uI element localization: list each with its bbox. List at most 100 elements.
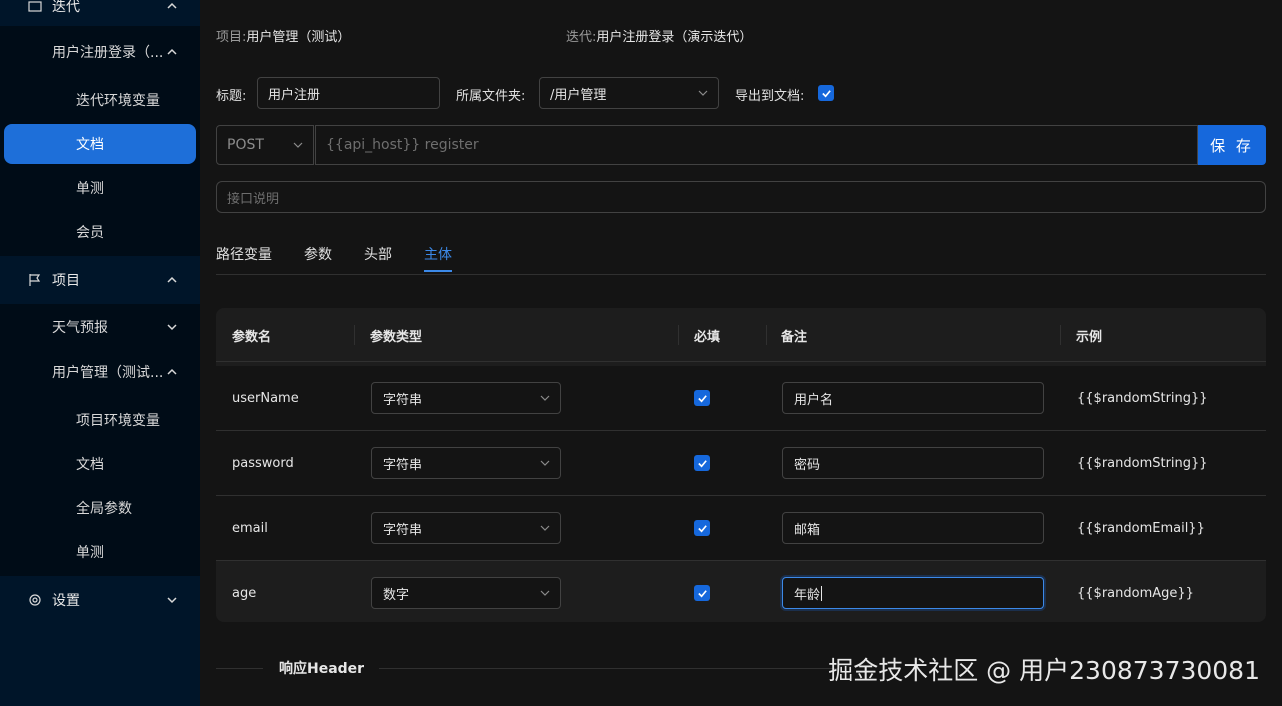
table-row: age 数字 年龄 {{$randomAge}}: [216, 561, 1266, 622]
title-label: 标题:: [216, 89, 247, 104]
tab-params[interactable]: 参数: [304, 244, 332, 264]
iteration-meta: 迭代:用户注册登录（演示迭代）: [566, 26, 752, 45]
method-select-value: POST: [227, 137, 264, 153]
sidebar-group-label: 项目: [52, 273, 80, 289]
param-type-select[interactable]: 字符串: [371, 512, 561, 544]
sidebar-item-label: 会员: [76, 225, 104, 241]
required-checkbox[interactable]: [694, 455, 710, 471]
table-header: 参数名 参数类型 必填 备注 示例: [216, 308, 1266, 362]
sidebar-item-label: 单测: [76, 545, 104, 561]
title-input[interactable]: 用户注册: [257, 77, 440, 109]
remark-input[interactable]: 用户名: [782, 382, 1044, 414]
table-row: userName 字符串 用户名 {{$randomString}}: [216, 366, 1266, 431]
example-value: {{$randomString}}: [1077, 391, 1208, 406]
column-separator: [766, 325, 767, 345]
remark-input[interactable]: 密码: [782, 447, 1044, 479]
chevron-down-icon: [293, 142, 303, 148]
sidebar-item-project-user[interactable]: 用户管理（测试...: [0, 352, 200, 392]
param-name: age: [232, 586, 257, 601]
table-row: email 字符串 邮箱 {{$randomEmail}}: [216, 496, 1266, 561]
chevron-down-icon: [166, 321, 178, 333]
column-header-required: 必填: [694, 329, 721, 345]
remark-input-value: 年龄: [794, 587, 821, 603]
sidebar-item-iteration[interactable]: 用户注册登录（...: [0, 32, 200, 72]
required-checkbox[interactable]: [694, 390, 710, 406]
param-type-select[interactable]: 字符串: [371, 382, 561, 414]
sidebar-item-project-env[interactable]: 项目环境变量: [0, 400, 200, 440]
column-header-type: 参数类型: [370, 329, 423, 345]
flag-icon: [29, 274, 41, 286]
sidebar: 迭代 用户注册登录（... 迭代环境变量 文档 单测 会员 项目 天气预报 用户…: [0, 0, 200, 706]
sidebar-item-label: 迭代环境变量: [76, 93, 160, 109]
sidebar-item-iteration-member[interactable]: 会员: [0, 212, 200, 252]
chevron-up-icon: [166, 0, 178, 12]
sidebar-item-iteration-docs[interactable]: 文档: [4, 124, 196, 164]
project-meta-label: 项目:: [216, 30, 247, 45]
watermark: 掘金技术社区 @ 用户230873730081: [828, 656, 1260, 685]
sidebar-item-iteration-unittest[interactable]: 单测: [0, 168, 200, 208]
project-meta-value: 用户管理（测试）: [246, 30, 351, 45]
required-checkbox[interactable]: [694, 520, 710, 536]
chevron-down-icon: [698, 90, 708, 96]
example-value: {{$randomEmail}}: [1077, 521, 1205, 536]
sidebar-item-project-global-params[interactable]: 全局参数: [0, 488, 200, 528]
tab-path-variables[interactable]: 路径变量: [216, 244, 272, 264]
sidebar-item-project-docs[interactable]: 文档: [0, 444, 200, 484]
folder-select[interactable]: /用户管理: [539, 77, 719, 109]
gear-icon: [29, 594, 41, 606]
method-select[interactable]: POST: [216, 125, 314, 165]
check-icon: [697, 394, 707, 402]
iteration-meta-value: 用户注册登录（演示迭代）: [596, 30, 753, 45]
chevron-up-icon: [166, 46, 178, 58]
sidebar-item-project-unittest[interactable]: 单测: [0, 532, 200, 572]
tab-headers[interactable]: 头部: [364, 244, 392, 264]
example-value: {{$randomString}}: [1077, 456, 1208, 471]
sidebar-item-label: 项目环境变量: [76, 413, 160, 429]
text-caret: [821, 585, 823, 601]
example-value: {{$randomAge}}: [1077, 586, 1194, 601]
section-divider-right: [379, 668, 839, 669]
tab-body[interactable]: 主体: [424, 244, 452, 264]
sidebar-item-iteration-env[interactable]: 迭代环境变量: [0, 80, 200, 120]
param-type-select[interactable]: 数字: [371, 577, 561, 609]
description-input[interactable]: 接口说明: [216, 181, 1266, 213]
chevron-down-icon: [540, 395, 550, 401]
response-header-title: 响应Header: [279, 661, 365, 677]
chevron-up-icon: [166, 366, 178, 378]
sidebar-item-project-weather[interactable]: 天气预报: [0, 307, 200, 347]
table-row: password 字符串 密码 {{$randomString}}: [216, 431, 1266, 496]
sidebar-group-iteration[interactable]: 迭代: [0, 0, 200, 26]
sidebar-group-settings[interactable]: 设置: [0, 580, 200, 620]
param-type-value: 字符串: [383, 392, 423, 408]
url-input[interactable]: {{api_host}} register: [315, 125, 1198, 165]
sidebar-item-label: 用户管理（测试...: [52, 365, 164, 381]
column-header-remark: 备注: [781, 329, 808, 345]
iteration-meta-label: 迭代:: [566, 30, 597, 45]
column-separator: [678, 325, 679, 345]
sidebar-group-label: 迭代: [52, 0, 80, 15]
chevron-down-icon: [540, 590, 550, 596]
check-icon: [697, 459, 707, 467]
param-type-value: 字符串: [383, 457, 423, 473]
column-separator: [354, 325, 355, 345]
tab-active-indicator: [424, 270, 452, 272]
sidebar-item-label: 全局参数: [76, 501, 132, 517]
param-type-select[interactable]: 字符串: [371, 447, 561, 479]
remark-input[interactable]: 邮箱: [782, 512, 1044, 544]
remark-input[interactable]: 年龄: [782, 577, 1044, 609]
column-separator: [1060, 325, 1061, 345]
param-type-value: 数字: [383, 587, 410, 603]
param-name: password: [232, 456, 294, 471]
sidebar-group-project[interactable]: 项目: [0, 260, 200, 300]
check-icon: [697, 524, 707, 532]
column-header-name: 参数名: [232, 329, 272, 345]
chevron-down-icon: [540, 460, 550, 466]
chevron-up-icon: [166, 274, 178, 286]
iteration-icon: [28, 1, 42, 12]
required-checkbox[interactable]: [694, 585, 710, 601]
sidebar-item-label: 单测: [76, 181, 104, 197]
export-checkbox[interactable]: [818, 85, 834, 101]
save-button[interactable]: 保 存: [1198, 125, 1266, 165]
project-meta: 项目:用户管理（测试）: [216, 26, 350, 45]
sidebar-group-label: 设置: [52, 593, 80, 609]
